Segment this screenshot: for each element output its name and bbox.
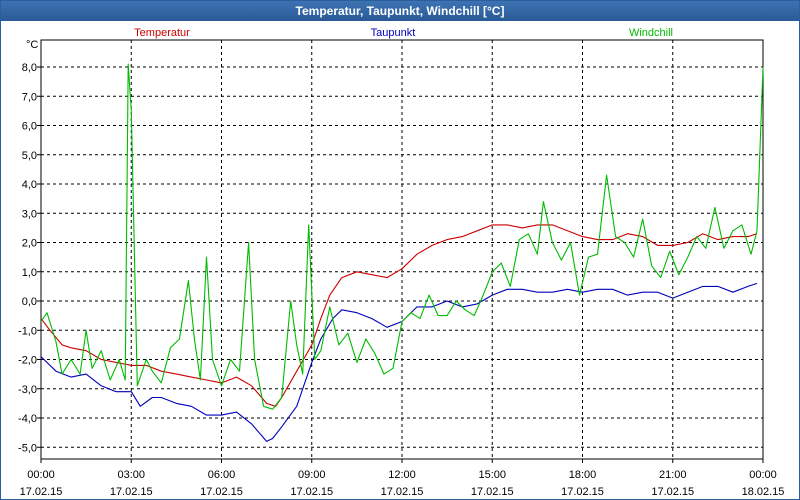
x-tick-date-label: 17.02.15 xyxy=(20,486,63,498)
x-tick-time-label: 00:00 xyxy=(749,469,777,481)
y-tick-label: 3,0 xyxy=(22,208,37,220)
line-chart: 8,0 7,0 6,0 5,0 4,0 3,0 2,0 1,0 0,0 -1,0 -2,0 -3,0 -… xyxy=(18,27,785,498)
legend-temperatur: Temperatur xyxy=(134,27,190,39)
y-tick-label: 7,0 xyxy=(22,91,37,103)
x-axis-ticks: 00:00 17.02.15 03:00 17.02.15 06:00 17.02.15 0… xyxy=(20,459,785,498)
y-axis-ticks: 8,0 7,0 6,0 5,0 4,0 3,0 2,0 1,0 0,0 -1,0 -2,0 -3,0 -… xyxy=(18,62,41,454)
x-tick-time-label: 12:00 xyxy=(388,469,416,481)
y-tick-label: -4,0 xyxy=(18,413,37,425)
x-tick-time-label: 09:00 xyxy=(298,469,326,481)
y-tick-label: 4,0 xyxy=(22,179,37,191)
y-tick-label: 2,0 xyxy=(22,238,37,250)
x-tick-date-label: 17.02.15 xyxy=(381,486,424,498)
y-axis-unit-label: °C xyxy=(26,39,38,51)
y-tick-label: 5,0 xyxy=(22,150,37,162)
y-tick-label: -5,0 xyxy=(18,442,37,454)
x-tick-time-label: 18:00 xyxy=(569,469,597,481)
x-tick-date-label: 17.02.15 xyxy=(561,486,604,498)
x-tick-time-label: 06:00 xyxy=(208,469,236,481)
y-tick-label: -1,0 xyxy=(18,325,37,337)
x-tick-date-label: 17.02.15 xyxy=(471,486,514,498)
x-tick-time-label: 00:00 xyxy=(27,469,55,481)
y-tick-label: 8,0 xyxy=(22,62,37,74)
legend-windchill: Windchill xyxy=(629,27,673,39)
x-tick-date-label: 18.02.15 xyxy=(742,486,785,498)
y-tick-label: 6,0 xyxy=(22,121,37,133)
x-tick-time-label: 21:00 xyxy=(659,469,687,481)
y-tick-label: -2,0 xyxy=(18,355,37,367)
x-tick-date-label: 17.02.15 xyxy=(651,486,694,498)
x-tick-time-label: 03:00 xyxy=(117,469,145,481)
y-tick-label: 1,0 xyxy=(22,267,37,279)
y-tick-label: -3,0 xyxy=(18,384,37,396)
x-tick-date-label: 17.02.15 xyxy=(110,486,153,498)
legend: Temperatur Taupunkt Windchill xyxy=(134,27,673,39)
x-tick-time-label: 15:00 xyxy=(478,469,506,481)
x-tick-date-label: 17.02.15 xyxy=(200,486,243,498)
x-tick-date-label: 17.02.15 xyxy=(290,486,333,498)
legend-taupunkt: Taupunkt xyxy=(371,27,416,39)
y-tick-label: 0,0 xyxy=(22,296,37,308)
